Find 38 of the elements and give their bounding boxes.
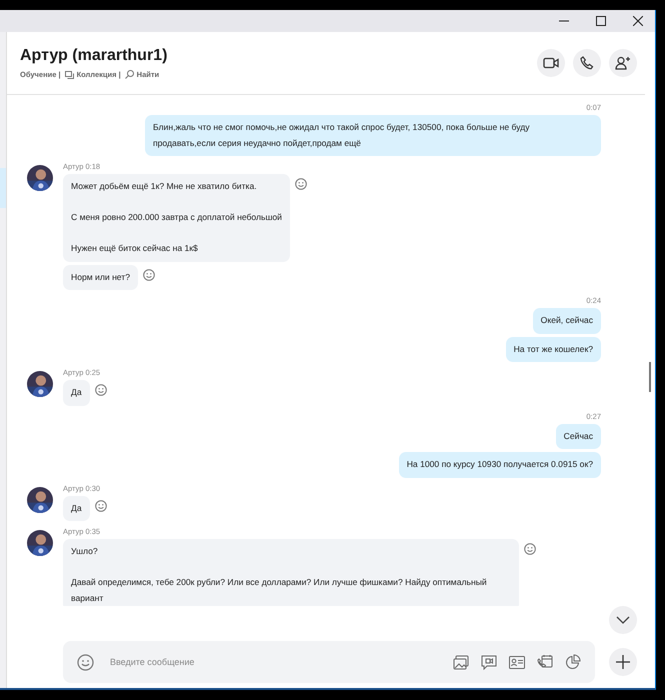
- add-person-icon: [615, 56, 631, 70]
- video-camera-icon: [543, 57, 559, 69]
- received-message: Может добьём ещё 1к? Мне не хватило битка. С меня ровно 200.000 завтра с доплатой небольшой Нужен ещё биток сейчас на 1к$: [63, 174, 290, 262]
- close-icon[interactable]: [633, 16, 643, 26]
- video-message-icon[interactable]: [481, 654, 497, 670]
- received-message: Ушло? Давай определимся, тебе 200к рубли? Или все долларами? Или лучше фишками? Найду оптимальный вариант: [63, 539, 519, 606]
- sent-message: Блин,жаль что не смог помочь,не ожидал что такой спрос будет, 130500, пока больше не буду продавать,если серия неудачно пойдет,продам ещё: [145, 115, 601, 156]
- message-input-field[interactable]: Введите сообщение: [108, 656, 439, 668]
- add-button[interactable]: [609, 648, 637, 676]
- received-message: Да: [63, 496, 90, 521]
- add-contact-button[interactable]: [609, 49, 637, 77]
- search-icon: [124, 70, 134, 79]
- received-message: Норм или нет?: [63, 264, 138, 290]
- contact-card-icon[interactable]: [509, 656, 525, 668]
- image-icon[interactable]: [453, 654, 469, 670]
- maximize-icon[interactable]: [596, 16, 606, 26]
- emoji-reaction-icon[interactable]: [524, 543, 536, 555]
- schedule-call-icon[interactable]: [537, 654, 553, 670]
- sent-message: Окей, сейчас: [532, 308, 601, 334]
- emoji-reaction-icon[interactable]: [94, 384, 107, 396]
- phone-icon: [580, 56, 594, 70]
- plus-icon: [616, 655, 630, 669]
- emoji-reaction-icon[interactable]: [143, 268, 156, 280]
- chevron-down-icon: [616, 616, 630, 624]
- scroll-down-button[interactable]: [609, 606, 637, 634]
- video-call-button[interactable]: [537, 49, 565, 77]
- sent-message: Сейчас: [556, 424, 601, 449]
- received-message: Да: [63, 380, 90, 406]
- emoji-reaction-icon[interactable]: [295, 178, 307, 190]
- sent-message: На тот же кошелек?: [506, 336, 601, 362]
- sent-message: На 1000 по курсу 10930 получается 0.0915 ок?: [398, 452, 601, 478]
- poll-icon[interactable]: [565, 654, 581, 670]
- gallery-icon: [64, 70, 74, 78]
- scrollbar-thumb[interactable]: [649, 362, 651, 392]
- emoji-icon[interactable]: [77, 654, 94, 670]
- emoji-reaction-icon[interactable]: [94, 500, 107, 512]
- contact-name: Артур (mararthur1): [20, 47, 168, 65]
- call-button[interactable]: [573, 49, 601, 77]
